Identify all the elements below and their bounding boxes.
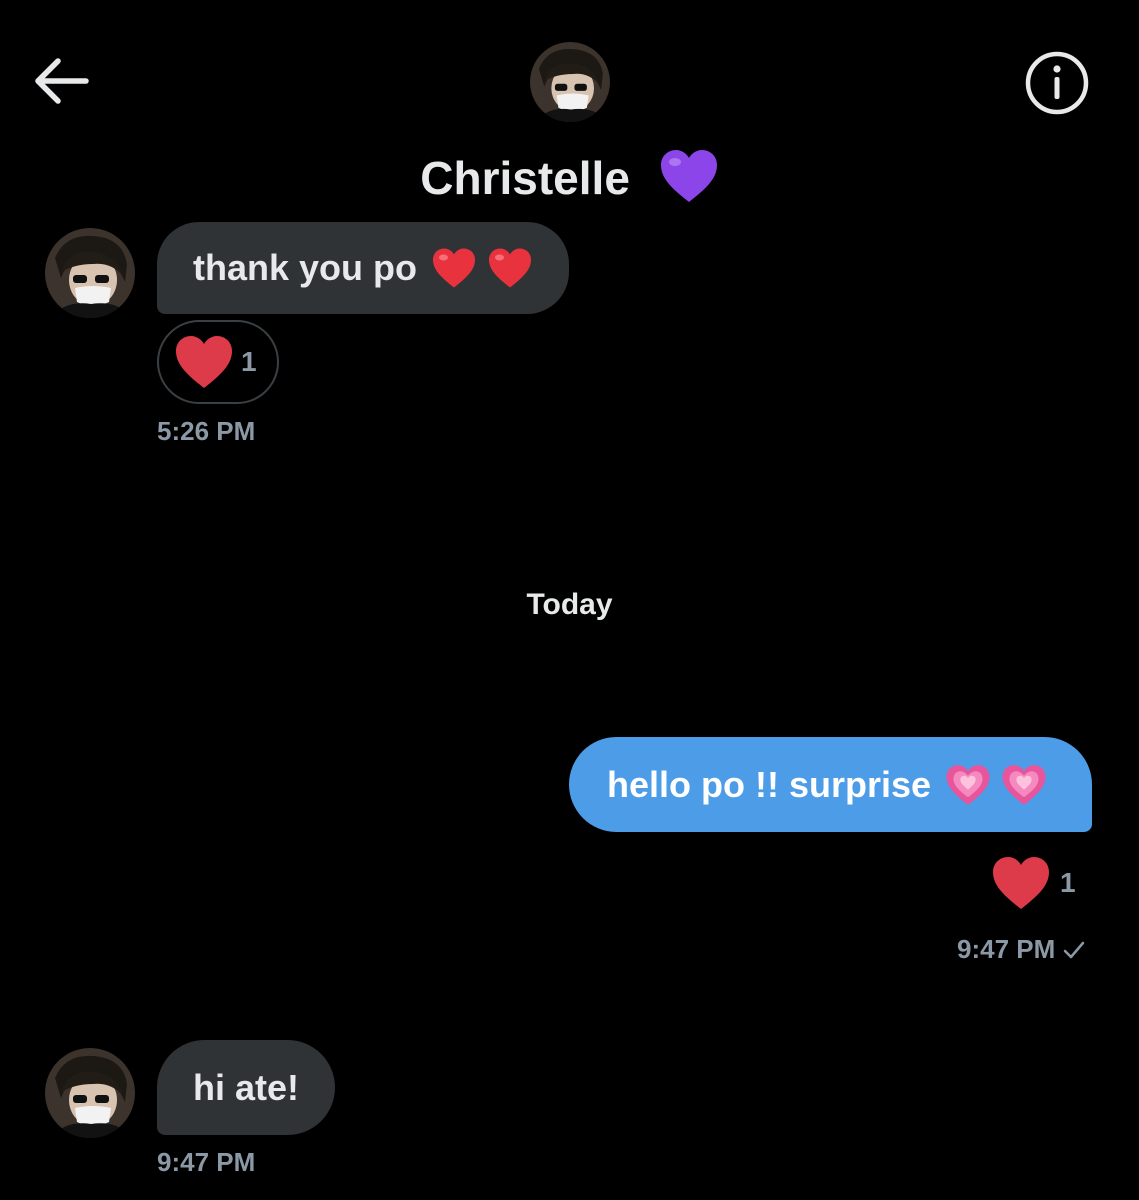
message-bubble-incoming[interactable]: thank you po bbox=[157, 222, 569, 314]
arrow-left-icon bbox=[35, 58, 89, 104]
contact-avatar[interactable] bbox=[530, 42, 610, 122]
contact-name: Christelle bbox=[420, 152, 630, 204]
purple-heart-icon bbox=[660, 150, 717, 202]
reaction-indicator[interactable]: 1 bbox=[990, 852, 1076, 914]
message-bubble-outgoing[interactable]: hello po !! surprise bbox=[569, 737, 1092, 832]
growing-heart-icon bbox=[946, 764, 990, 805]
message-text: thank you po bbox=[193, 247, 417, 288]
reaction-pill[interactable]: 1 bbox=[157, 320, 279, 404]
message-text: hi ate! bbox=[193, 1066, 300, 1108]
avatar-image bbox=[45, 1048, 135, 1138]
red-heart-icon bbox=[176, 336, 232, 388]
message-bubble-incoming[interactable]: hi ate! bbox=[157, 1040, 336, 1135]
red-heart-icon bbox=[489, 248, 531, 288]
day-separator: Today bbox=[526, 588, 613, 621]
red-heart-icon bbox=[993, 857, 1049, 909]
avatar-image bbox=[45, 228, 135, 318]
red-heart-icon bbox=[433, 248, 475, 288]
reaction-count: 1 bbox=[241, 346, 257, 377]
back-button[interactable] bbox=[30, 55, 90, 107]
contact-name-heading: Christelle bbox=[0, 148, 1139, 205]
sender-avatar[interactable] bbox=[45, 1048, 135, 1138]
avatar-image bbox=[530, 42, 610, 122]
reaction-count: 1 bbox=[1060, 867, 1076, 898]
growing-heart-icon bbox=[1002, 764, 1046, 805]
info-circle-icon bbox=[1025, 51, 1089, 115]
message-text: hello po !! surprise bbox=[607, 763, 932, 805]
info-button[interactable] bbox=[1024, 50, 1090, 116]
message-timestamp: 5:26 PM bbox=[157, 416, 256, 446]
message-timestamp: 9:47 PM bbox=[157, 1147, 256, 1177]
message-timestamp: 9:47 PM bbox=[957, 934, 1056, 964]
message-meta: 9:47 PM bbox=[957, 934, 1085, 965]
sender-avatar[interactable] bbox=[45, 228, 135, 318]
check-icon bbox=[1064, 941, 1085, 958]
